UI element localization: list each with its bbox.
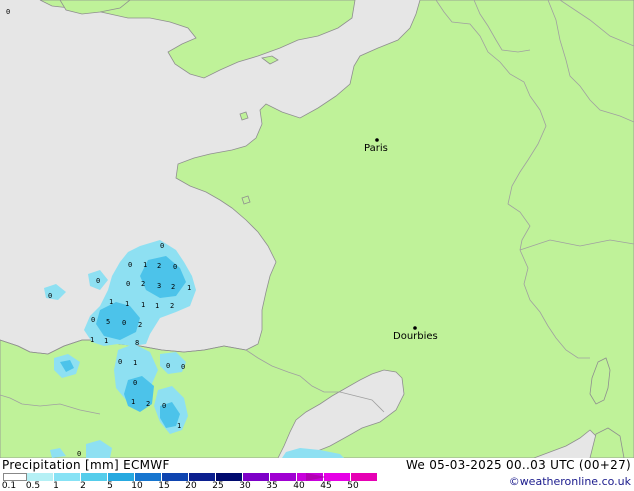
land-channel-islands	[239, 111, 249, 121]
color-swatch	[108, 473, 135, 481]
color-swatch	[54, 473, 81, 481]
precip-value: 8	[135, 339, 140, 347]
precip-value: 0	[91, 316, 96, 324]
precip-value: 0	[122, 319, 127, 327]
precip-value: 1	[125, 300, 130, 308]
precip-value: 1	[104, 337, 109, 345]
precip-value: 1	[177, 422, 182, 430]
city-dot	[375, 138, 379, 142]
color-swatch	[81, 473, 108, 481]
color-swatch	[270, 473, 297, 481]
color-swatch	[189, 473, 216, 481]
precip-value: 1	[109, 298, 114, 306]
precip-value: 1	[141, 301, 146, 309]
precip-value: 0	[133, 379, 138, 387]
precip-value: 0	[166, 362, 171, 370]
color-swatch	[135, 473, 162, 481]
precip-value: 1	[131, 398, 136, 406]
precip-value: 0	[181, 363, 186, 371]
precip-value: 1	[155, 302, 160, 310]
color-swatch	[216, 473, 243, 481]
precip-value: 0	[162, 402, 167, 410]
precip-value: 0	[48, 292, 53, 300]
precip-value: 2	[171, 283, 176, 291]
precip-value: 3	[157, 282, 162, 290]
precip-value: 1	[187, 284, 192, 292]
precip-value: 0	[160, 242, 165, 250]
map-footer: Precipitation [mm] ECMWF We 05-03-2025 0…	[0, 458, 634, 491]
precip-value: 0	[128, 261, 133, 269]
precip-value: 2	[141, 280, 146, 288]
color-swatch	[243, 473, 270, 481]
precip-value: 0	[118, 358, 123, 366]
precip-value: 2	[146, 400, 151, 408]
city-label-dourbies: Dourbies	[393, 331, 438, 342]
precip-value: 1	[143, 261, 148, 269]
precip-value: 2	[138, 321, 143, 329]
land-island-bay	[241, 195, 251, 205]
precip-value: 0	[77, 450, 82, 458]
precip-value: 2	[157, 262, 162, 270]
precip-value: 0	[173, 263, 178, 271]
city-dot	[413, 326, 417, 330]
color-swatch	[3, 473, 27, 481]
color-swatch	[162, 473, 189, 481]
precip-value: 2	[170, 302, 175, 310]
precip-value: 5	[106, 318, 111, 326]
weather-map: Paris Dourbies 0 0 0 1 2 0 0 0 2 3 2 1 0…	[0, 0, 634, 458]
precip-value: 0	[126, 280, 131, 288]
map-canvas	[0, 0, 634, 458]
city-label-paris: Paris	[364, 143, 388, 154]
color-swatch	[27, 473, 54, 481]
color-swatch	[351, 473, 378, 481]
precip-value: 0	[96, 277, 101, 285]
map-title: Precipitation [mm] ECMWF	[2, 458, 170, 472]
forecast-time: We 05-03-2025 00..03 UTC (00+27)	[405, 458, 631, 472]
precip-value: 1	[90, 336, 95, 344]
color-scale-overflow-arrow	[306, 473, 326, 481]
color-swatch	[324, 473, 351, 481]
precip-value: 0	[6, 8, 11, 16]
precip-value: 1	[133, 359, 138, 367]
credit-link[interactable]: ©weatheronline.co.uk	[509, 475, 631, 488]
